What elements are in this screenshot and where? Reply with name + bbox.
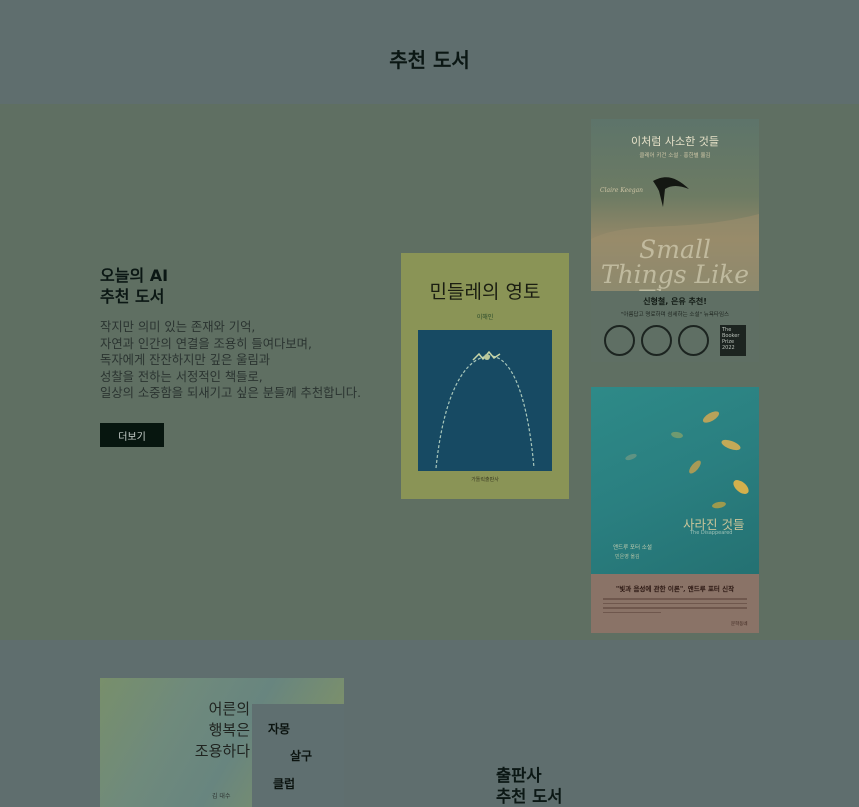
book-title-line: 행복은 bbox=[208, 721, 250, 739]
ai-heading-line1: 오늘의 AI bbox=[100, 266, 169, 285]
book-translator: 민은영 옮김 bbox=[615, 554, 640, 560]
description-line: 성찰을 전하는 서정적인 책들로, bbox=[100, 369, 263, 384]
book-quote: "아름답고 명료하며 섬세하는 소설" 뉴욕타임스 bbox=[620, 312, 730, 318]
blurb-text-lines bbox=[603, 598, 747, 616]
ai-heading-line2: 추천 도서 bbox=[100, 287, 165, 306]
book-title-en: The Disappeared bbox=[690, 530, 733, 536]
book-author-en: Claire Keegan bbox=[600, 187, 644, 194]
publisher-heading-line2: 추천 도서 bbox=[496, 787, 563, 806]
publisher-keyword[interactable]: 클럽 bbox=[273, 775, 295, 792]
book-blurb: 신형철, 은유 추천! bbox=[643, 297, 707, 306]
book-publisher: 가톨릭출판사 bbox=[471, 477, 499, 483]
description-line: 작지만 의미 있는 존재와 기억, bbox=[100, 320, 256, 334]
book-blurb: "빛과 음성에 관한 이론", 앤드루 포터 신작 bbox=[615, 585, 735, 593]
book-author: 김 대수 bbox=[212, 793, 231, 800]
page-title: 추천 도서 bbox=[389, 48, 470, 72]
book-author: 이해인 bbox=[476, 314, 494, 321]
book-publisher: 문학동네 bbox=[731, 622, 748, 627]
publisher-keyword[interactable]: 자몽 bbox=[268, 720, 290, 737]
publisher-section-heading: 출판사 추천 도서 bbox=[496, 765, 562, 807]
book-cover-small-things[interactable]: 이처럼 사소한 것들 클레어 키건 소설 · 홍한별 옮김 Claire Kee… bbox=[591, 119, 759, 362]
ai-section-heading: 오늘의 AI 추천 도서 bbox=[100, 265, 168, 307]
book-cover-mindeulle[interactable]: 민들레의 영토 이해인 가톨릭출판사 bbox=[401, 253, 569, 499]
booker-prize-badge: The Booker Prize 2022 bbox=[720, 325, 746, 356]
publisher-keyword-panel: 자몽 살구 클럽 bbox=[252, 704, 344, 807]
book-title-line: 조용하다 bbox=[194, 742, 250, 760]
book-title-line: 어른의 bbox=[208, 700, 250, 718]
description-line: 일상의 소중함을 되새기고 싶은 분들께 추천합니다. bbox=[100, 386, 362, 400]
laurel-award-icon bbox=[678, 325, 709, 356]
publisher-heading-line1: 출판사 bbox=[496, 766, 542, 785]
ai-section-description: 작지만 의미 있는 존재와 기억, 자연과 인간의 연결을 조용히 들여다보며,… bbox=[100, 319, 361, 402]
book-cover-adult-happiness[interactable]: 어른의 행복은 조용하다 김 대수 자몽 살구 클럽 bbox=[100, 678, 344, 807]
publisher-keyword[interactable]: 살구 bbox=[290, 747, 312, 764]
book-title: 민들레의 영토 bbox=[429, 281, 541, 303]
description-line: 자연과 인간의 연결을 조용히 들여다보며, bbox=[100, 336, 312, 351]
laurel-award-icon bbox=[641, 325, 672, 356]
dandelion-illustration bbox=[418, 330, 552, 471]
book-title: 어른의 행복은 조용하다 bbox=[190, 699, 250, 762]
laurel-award-icon bbox=[604, 325, 635, 356]
book-author: 앤드루 포터 소설 bbox=[613, 545, 652, 551]
book-cover-disappeared[interactable]: 사라진 것들 The Disappeared 앤드루 포터 소설 민은영 옮김 … bbox=[591, 387, 759, 633]
more-button[interactable]: 더보기 bbox=[100, 423, 164, 447]
book-title: 이처럼 사소한 것들 bbox=[631, 135, 719, 148]
description-line: 독자에게 잔잔하지만 깊은 울림과 bbox=[100, 353, 271, 367]
book-subtitle: 클레어 키건 소설 · 홍한별 옮김 bbox=[639, 153, 711, 159]
